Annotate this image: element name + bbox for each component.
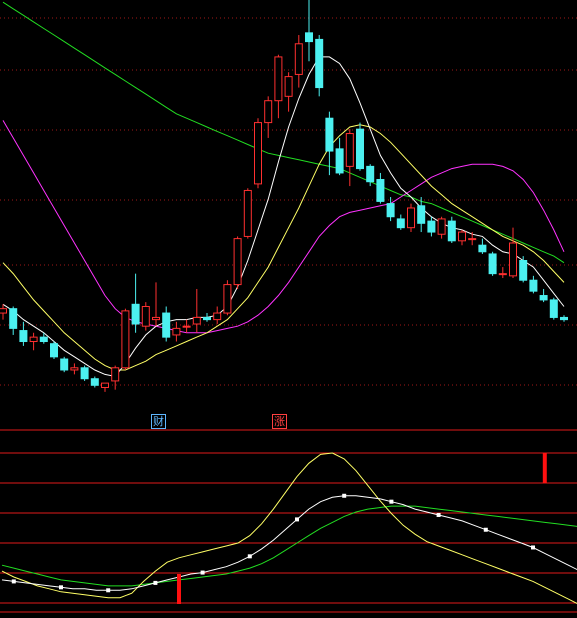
candle-body-down	[90, 378, 99, 386]
candle-body-up	[498, 273, 507, 276]
candle-body-down	[488, 253, 497, 275]
candle-body-down	[396, 218, 405, 229]
candle-body-up	[274, 56, 283, 102]
candle-body-up	[243, 189, 252, 237]
candle-body-up	[182, 325, 191, 328]
indicator-dot	[342, 493, 347, 498]
candle-body-up	[345, 133, 354, 167]
candle-body-up	[29, 336, 38, 343]
candle-body-up	[0, 308, 7, 314]
indicator-dot	[531, 545, 535, 550]
candle-body-up	[223, 284, 232, 314]
candle-body-down	[19, 330, 28, 343]
stock-chart-window: 财 涨	[0, 0, 577, 618]
candle-body-up	[407, 207, 415, 229]
indicator-dot	[436, 512, 441, 517]
candle-body-down	[39, 336, 48, 343]
signal-bar	[177, 574, 181, 604]
indicator-dot	[295, 517, 299, 522]
candle-body-down	[427, 220, 436, 233]
indicator-line-green	[1, 505, 577, 587]
indicator-dot	[483, 527, 488, 532]
candle-body-down	[325, 117, 334, 152]
candle-body-up	[121, 310, 130, 369]
candle-body-down	[9, 308, 18, 329]
candle-body-down	[131, 303, 140, 325]
indicator-dot	[247, 554, 252, 559]
candle-body-up	[111, 367, 120, 382]
candle-body-down	[417, 205, 426, 224]
candle-body-down	[203, 316, 211, 321]
signal-bar	[542, 453, 547, 483]
candle-body-down	[447, 220, 456, 242]
indicator-dot	[200, 570, 205, 575]
ma-line-white	[2, 56, 565, 378]
indicator-dot	[153, 580, 158, 585]
candle-body-down	[529, 279, 538, 292]
kline-chart[interactable]	[0, 0, 577, 618]
candle-body-up	[172, 327, 181, 336]
candle-body-up	[213, 312, 222, 321]
candle-body-down	[356, 128, 364, 170]
ma-line-magenta	[2, 120, 565, 334]
candle-body-up	[437, 218, 446, 235]
indicator-dot	[106, 588, 111, 593]
indicator-dot	[11, 579, 16, 584]
ma-line-green	[2, 1, 565, 264]
candle-body-down	[386, 203, 395, 218]
candle-body-up	[294, 43, 303, 75]
candle-body-down	[335, 148, 344, 174]
candle-body-down	[549, 299, 558, 318]
candle-body-up	[233, 238, 242, 286]
candle-body-up	[192, 316, 201, 325]
candle-body-up	[284, 76, 293, 97]
candle-body-down	[560, 316, 568, 321]
candle-body-up	[141, 305, 150, 327]
candle-body-down	[162, 312, 171, 338]
candle-body-down	[50, 343, 58, 358]
candle-body-up	[101, 382, 109, 388]
candle-body-down	[376, 179, 385, 202]
candle-body-down	[60, 358, 69, 371]
candle-body-down	[366, 165, 375, 183]
candle-body-down	[478, 244, 487, 253]
candle-body-up	[468, 238, 477, 241]
candle-body-down	[519, 260, 528, 281]
event-tag-finance[interactable]: 财	[151, 414, 166, 429]
event-tag-rise[interactable]: 涨	[272, 414, 287, 429]
candle-body-up	[152, 316, 160, 321]
indicator-dot	[59, 585, 63, 590]
candle-body-down	[305, 32, 313, 43]
candle-body-down	[80, 367, 89, 380]
indicator-dot	[389, 499, 394, 504]
candle-body-up	[70, 367, 79, 371]
candle-body-up	[254, 122, 262, 185]
candle-body-down	[315, 38, 324, 89]
candle-body-down	[539, 295, 548, 301]
indicator-line-yellow	[1, 452, 577, 604]
candle-body-up	[509, 242, 517, 277]
candle-body-up	[458, 231, 466, 242]
candle-body-up	[264, 100, 273, 124]
